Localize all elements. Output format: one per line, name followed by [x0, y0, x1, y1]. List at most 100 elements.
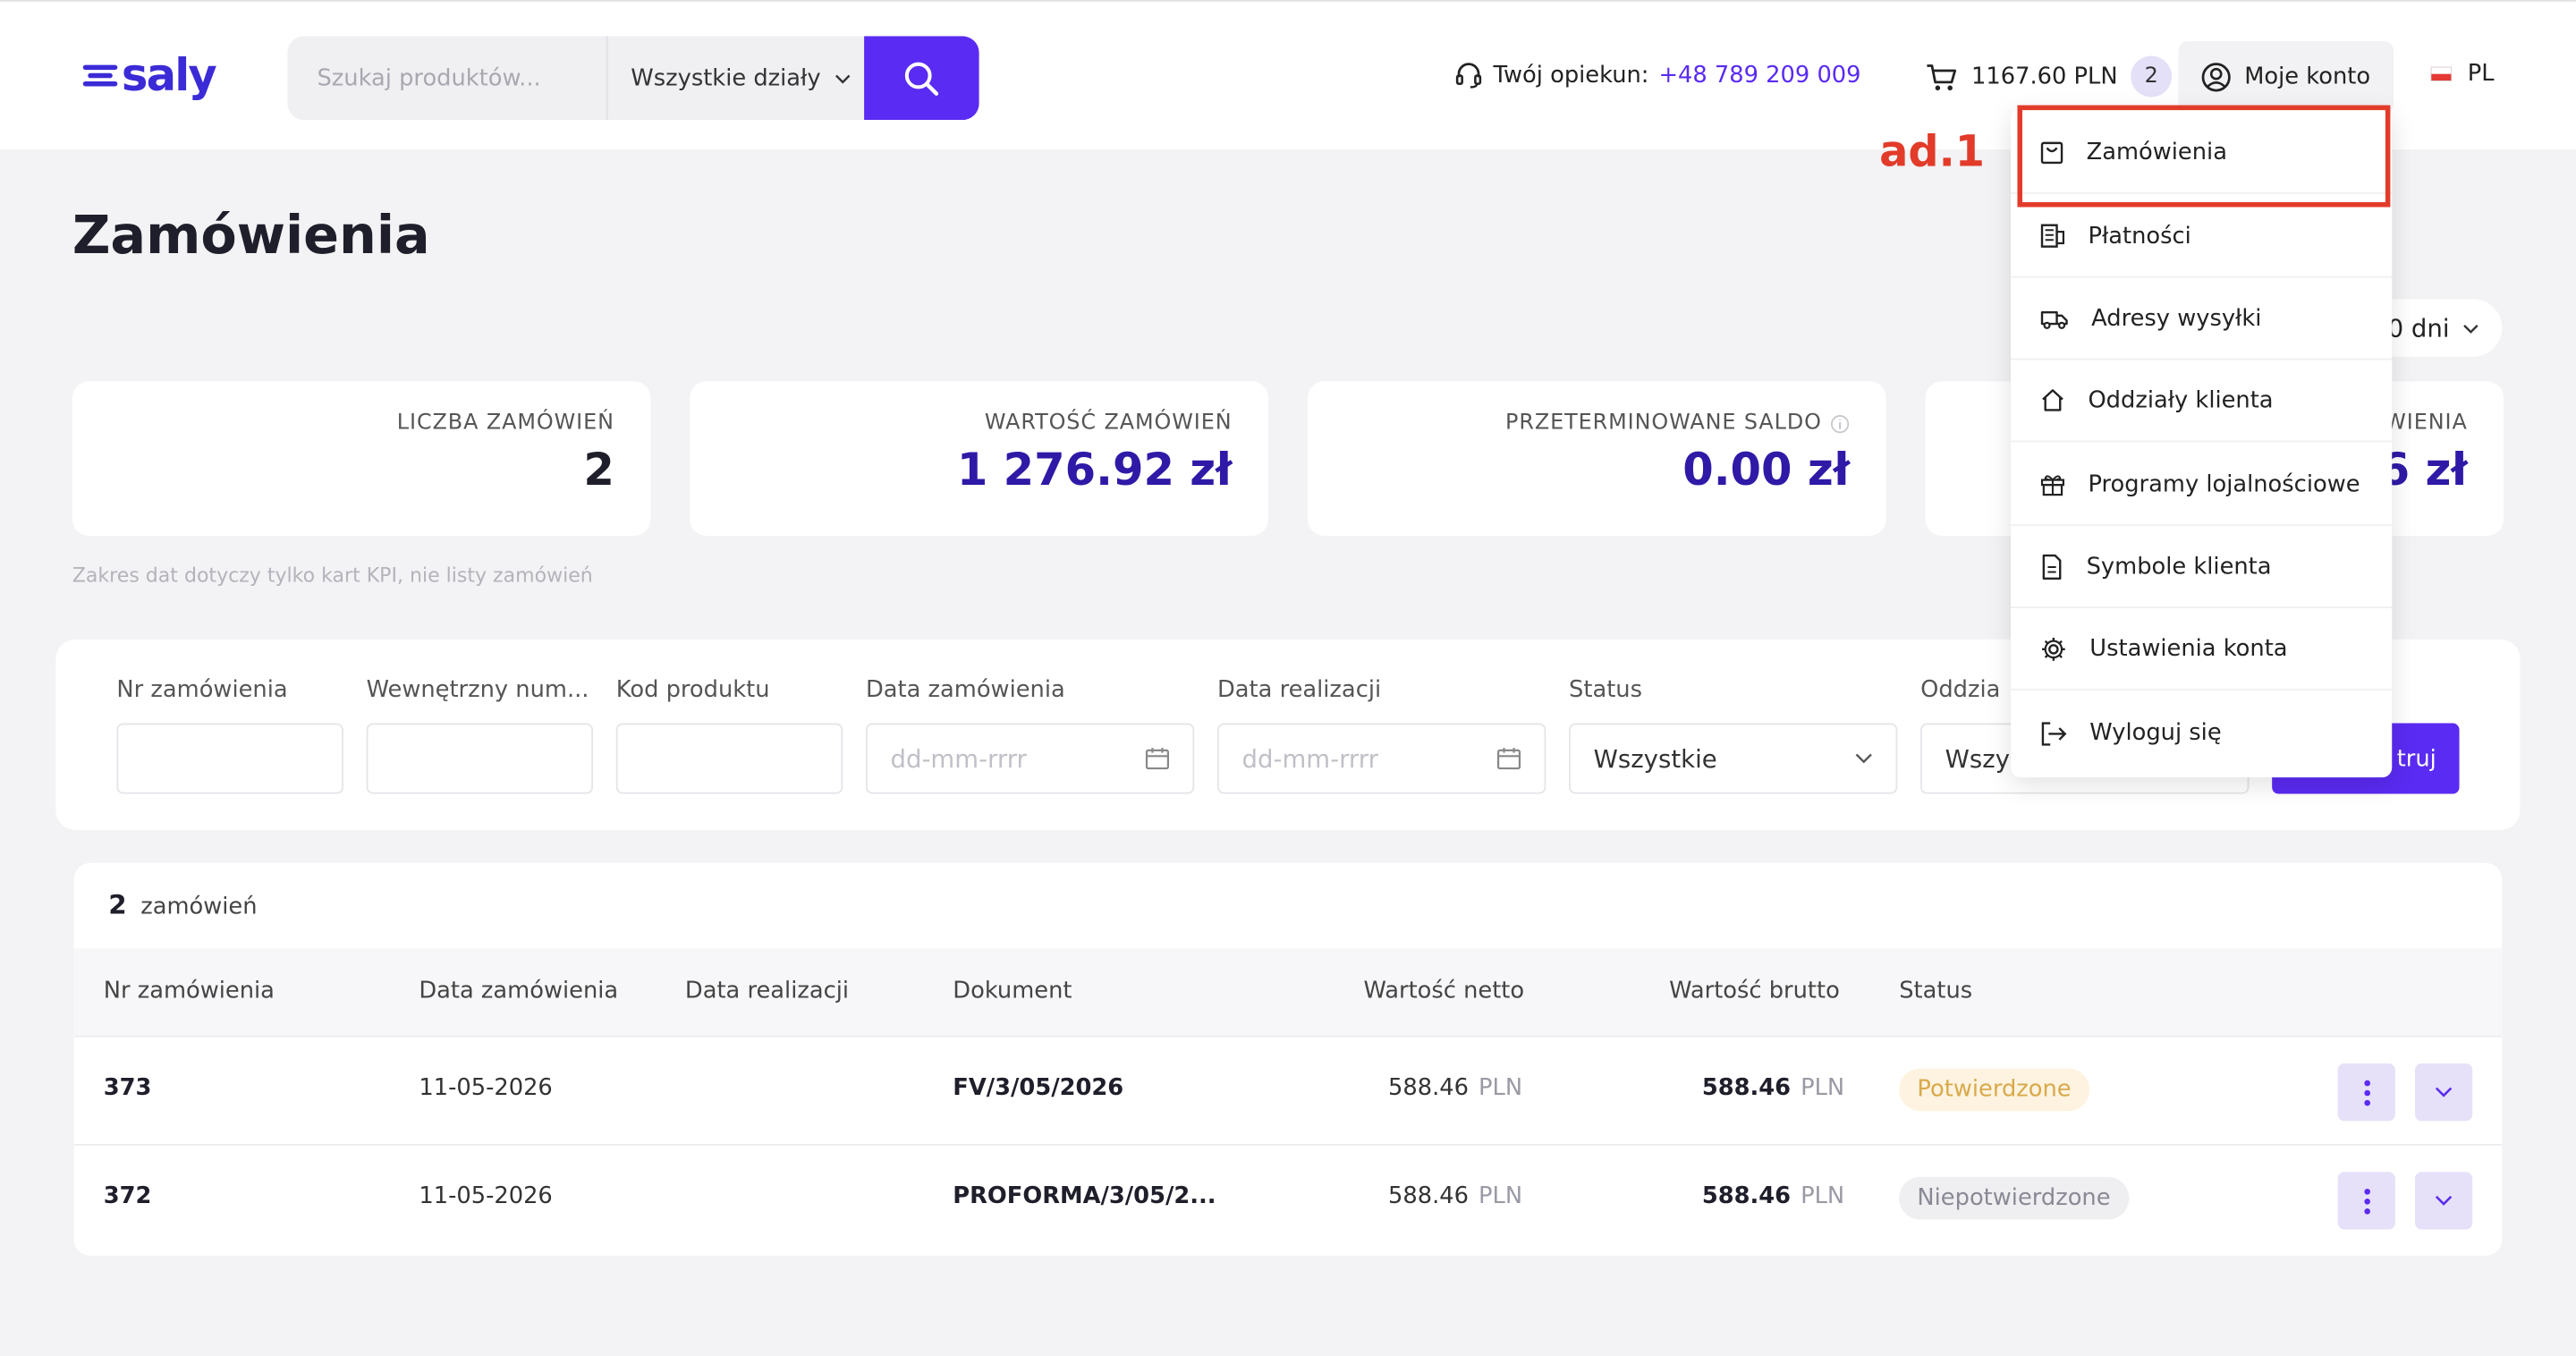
home-icon — [2042, 389, 2063, 411]
order-date: 11-05-2026 — [419, 1183, 553, 1210]
chevron-down-icon — [1855, 753, 1872, 764]
currency: PLN — [1479, 1183, 1523, 1210]
payments-icon — [2040, 224, 2064, 248]
cart-total: 1167.60 PLN — [1971, 63, 2118, 90]
order-number-input[interactable] — [116, 723, 343, 794]
row-expand-button[interactable] — [2414, 1063, 2473, 1122]
orders-count-label: zamówień — [140, 894, 258, 921]
calendar-icon[interactable] — [1145, 746, 1170, 771]
currency: PLN — [1801, 1074, 1845, 1102]
logo-text: saly — [121, 50, 217, 102]
net-amount: 588.46 — [1388, 1074, 1470, 1102]
net-value: 588.46 PLN — [1388, 1075, 1522, 1101]
column-header[interactable]: Dokument — [953, 978, 1072, 1004]
status-badge: Niepotwierdzone — [1899, 1176, 2129, 1220]
realization-date-placeholder: dd-mm-rrrr — [1241, 743, 1378, 774]
department-select[interactable]: Wszystkie działy — [606, 36, 864, 121]
column-header[interactable]: Wartość netto — [1363, 978, 1524, 1004]
gross-value: 588.46 PLN — [1702, 1075, 1844, 1101]
internal-number-input[interactable] — [366, 723, 594, 794]
menu-item-label: Adresy wysyłki — [2091, 304, 2262, 332]
order-number-label: Nr zamówienia — [116, 677, 288, 704]
order-date-label: Data zamówienia — [865, 677, 1065, 704]
column-header[interactable]: Nr zamówienia — [104, 978, 275, 1004]
support-label: Twój opiekun: — [1493, 62, 1649, 89]
period-select-value: 0 dni — [2387, 313, 2450, 343]
search-input[interactable] — [287, 36, 606, 121]
column-header[interactable]: Status — [1899, 978, 1972, 1004]
currency: PLN — [1479, 1074, 1523, 1102]
menu-item-shipping-addresses[interactable]: Adresy wysyłki — [2011, 278, 2393, 360]
logout-icon — [2041, 721, 2067, 745]
kpi-value: 0.00 zł — [1682, 445, 1851, 496]
gear-icon — [2042, 637, 2065, 660]
saly-logo[interactable]: saly — [82, 50, 217, 102]
status-badge: Potwierdzone — [1899, 1068, 2089, 1112]
cart-button[interactable]: 1167.60 PLN 2 — [1926, 55, 2173, 97]
row-expand-button[interactable] — [2414, 1172, 2473, 1230]
gross-amount: 588.46 — [1701, 1183, 1792, 1210]
kpi-value: 1 276.92 zł — [956, 445, 1233, 496]
kpi-value: 2 — [583, 445, 614, 496]
row-actions-button[interactable] — [2337, 1063, 2395, 1122]
column-header[interactable]: Data zamówienia — [419, 978, 618, 1004]
column-header[interactable]: Wartość brutto — [1669, 978, 1840, 1004]
search-bar: Wszystkie działy — [287, 36, 979, 121]
column-header[interactable]: Data realizacji — [685, 978, 849, 1004]
logo-mark-icon — [82, 56, 118, 96]
calendar-icon[interactable] — [1496, 746, 1521, 771]
order-date-input[interactable]: dd-mm-rrrr — [865, 723, 1195, 794]
order-document[interactable]: FV/3/05/2026 — [953, 1075, 1123, 1101]
kpi-label: WARTOŚĆ ZAMÓWIEŃ — [984, 411, 1233, 436]
order-number[interactable]: 373 — [104, 1075, 152, 1101]
more-vertical-icon — [2363, 1188, 2370, 1214]
info-icon[interactable] — [1830, 413, 1850, 433]
menu-item-client-symbols[interactable]: Symbole klienta — [2011, 526, 2393, 608]
language-switcher[interactable]: PL — [2431, 60, 2495, 88]
orders-count: 2 zamówień — [108, 889, 257, 920]
kpi-card-overdue-balance: PRZETERMINOWANE SALDO 0.00 zł — [1308, 381, 1886, 537]
menu-item-label: Ustawienia konta — [2089, 635, 2288, 662]
kpi-label-text: PRZETERMINOWANE SALDO — [1505, 411, 1822, 436]
realization-date-label: Data realizacji — [1216, 677, 1382, 704]
menu-item-loyalty-programs[interactable]: Programy lojalnościowe — [2011, 444, 2393, 527]
table-row[interactable]: 373 11-05-2026 FV/3/05/2026 588.46 PLN 58… — [73, 1038, 2503, 1146]
annotation-label: ad.1 — [1879, 128, 1985, 178]
currency: PLN — [1801, 1183, 1845, 1210]
product-code-input[interactable] — [615, 723, 843, 794]
kpi-label: PRZETERMINOWANE SALDO — [1308, 411, 1850, 436]
product-code-label: Kod produktu — [615, 677, 770, 704]
order-number[interactable]: 372 — [104, 1183, 152, 1209]
table-row[interactable]: 372 11-05-2026 PROFORMA/3/05/2... 588.46… — [74, 1146, 2503, 1254]
menu-item-account-settings[interactable]: Ustawienia konta — [2011, 608, 2393, 691]
realization-date-input[interactable]: dd-mm-rrrr — [1216, 723, 1546, 794]
annotation-highlight-box — [2017, 105, 2391, 208]
gross-value: 588.46 PLN — [1702, 1183, 1844, 1209]
order-document[interactable]: PROFORMA/3/05/2... — [953, 1183, 1216, 1209]
menu-item-label: Programy lojalnościowe — [2088, 470, 2360, 497]
kpi-label: LICZBA ZAMÓWIEŃ — [396, 411, 614, 436]
support-phone-link[interactable]: +48 789 209 009 — [1658, 63, 1860, 89]
net-amount: 588.46 — [1388, 1183, 1470, 1210]
more-vertical-icon — [2363, 1079, 2370, 1106]
branch-select-value: Wszy — [1945, 743, 2011, 774]
status-select[interactable]: Wszystkie — [1569, 723, 1898, 794]
menu-item-client-branches[interactable]: Oddziały klienta — [2011, 360, 2393, 443]
account-menu: Zamówienia Płatności Adresy wysyłki Oddz… — [2011, 108, 2393, 778]
branch-label: Oddzia — [1920, 677, 2001, 704]
search-button[interactable] — [864, 36, 979, 121]
chevron-down-icon — [2435, 1195, 2453, 1206]
row-actions-button[interactable] — [2337, 1172, 2395, 1230]
table-header: Nr zamówienia Data zamówienia Data reali… — [73, 948, 2503, 1038]
kpi-note: Zakres dat dotyczy tylko kart KPI, nie l… — [72, 564, 593, 588]
menu-item-payments[interactable]: Płatności — [2011, 196, 2393, 278]
order-date-placeholder: dd-mm-rrrr — [890, 743, 1027, 774]
menu-item-label: Wyloguj się — [2089, 719, 2222, 747]
orders-count-number: 2 — [108, 889, 127, 921]
department-select-value: Wszystkie działy — [631, 64, 821, 91]
status-label: Status — [1569, 677, 1643, 704]
language-label: PL — [2467, 60, 2495, 88]
gross-amount: 588.46 — [1701, 1074, 1792, 1102]
account-button[interactable]: Moje konto — [2178, 40, 2394, 114]
menu-item-logout[interactable]: Wyloguj się — [2011, 692, 2392, 775]
